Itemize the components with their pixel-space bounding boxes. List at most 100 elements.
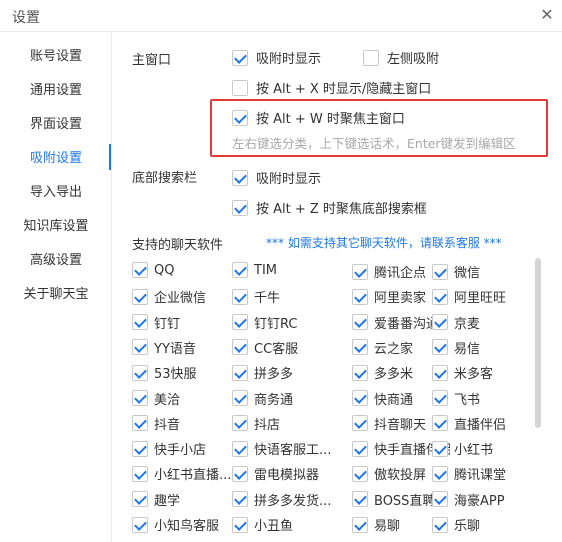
checkbox-checked-icon xyxy=(232,364,248,381)
software-label: 飞书 xyxy=(454,392,481,408)
settings-sidebar: 账号设置 通用设置 界面设置 吸附设置 导入导出 知识库设置 高级设置 关于聊天… xyxy=(0,32,112,542)
software-label: 企业微信 xyxy=(154,291,207,307)
checkbox-checked-icon xyxy=(432,440,448,457)
checkbox-checked-icon xyxy=(132,339,148,356)
software-checkbox[interactable]: 快语客服工... xyxy=(232,439,350,458)
software-checkbox[interactable]: 直播伴侣 xyxy=(432,414,528,433)
software-checkbox[interactable]: 米多客 xyxy=(432,363,528,382)
checkbox-checked-icon xyxy=(432,491,448,508)
title-bar: 设置 ✕ xyxy=(0,0,562,32)
checkbox-checked-icon xyxy=(132,516,148,533)
software-checkbox[interactable]: 53快服 xyxy=(132,363,230,382)
software-checkbox[interactable]: 钉钉RC xyxy=(232,313,350,332)
option-label: 左侧吸附 xyxy=(387,52,440,67)
sidebar-item-knowledge[interactable]: 知识库设置 xyxy=(0,210,112,244)
sidebar-item-about[interactable]: 关于聊天宝 xyxy=(0,278,112,312)
software-checkbox[interactable]: 飞书 xyxy=(432,389,528,408)
checkbox-checked-icon xyxy=(352,364,368,381)
software-label: 傲软投屏 xyxy=(374,468,427,484)
software-checkbox[interactable]: 钉钉 xyxy=(132,313,230,332)
alt-z-checkbox[interactable]: 按 Alt + Z 时聚焦底部搜索框 xyxy=(232,198,427,217)
main-window-label: 主窗口 xyxy=(132,53,172,68)
checkbox-checked-icon xyxy=(352,339,368,356)
software-checkbox[interactable]: TIM xyxy=(232,262,350,278)
software-checkbox[interactable]: 小红书直播... xyxy=(132,464,230,483)
software-label: 腾讯企点 xyxy=(374,266,427,281)
checkbox-checked-icon xyxy=(132,314,148,331)
checkbox-checked-icon xyxy=(232,440,248,457)
software-checkbox[interactable]: 拼多多 xyxy=(232,363,350,382)
software-checkbox[interactable]: 企业微信 xyxy=(132,287,230,306)
alt-x-checkbox[interactable]: 按 Alt + X 时显示/隐藏主窗口 xyxy=(232,78,431,97)
software-label: 快语客服工... xyxy=(254,443,332,459)
checkbox-checked-icon xyxy=(352,465,368,482)
software-checkbox[interactable]: CC客服 xyxy=(232,338,350,357)
checkbox-checked-icon xyxy=(232,339,248,356)
checkbox-unchecked-icon xyxy=(363,49,379,66)
sidebar-item-import-export[interactable]: 导入导出 xyxy=(0,176,112,210)
software-checkbox[interactable]: 小红书 xyxy=(432,439,528,458)
software-label: 米多客 xyxy=(454,367,494,383)
software-checkbox[interactable]: 抖店 xyxy=(232,414,350,433)
software-checkbox[interactable]: 腾讯课堂 xyxy=(432,464,528,483)
main-show-on-attach-checkbox[interactable]: 吸附时显示 xyxy=(232,48,321,67)
software-checkbox[interactable]: 易信 xyxy=(432,338,528,357)
scrollbar[interactable] xyxy=(535,258,541,428)
checkbox-checked-icon xyxy=(432,465,448,482)
checkbox-checked-icon xyxy=(432,339,448,356)
sidebar-item-general[interactable]: 通用设置 xyxy=(0,74,112,108)
software-checkbox[interactable]: 海豪APP xyxy=(432,490,528,509)
sidebar-divider xyxy=(111,32,112,542)
software-checkbox[interactable]: 趣学 xyxy=(132,490,230,509)
software-label: 快商通 xyxy=(374,392,414,408)
software-checkbox[interactable]: 乐聊 xyxy=(432,515,528,534)
checkbox-checked-icon xyxy=(232,288,248,305)
software-checkbox[interactable]: 快手小店 xyxy=(132,439,230,458)
software-checkbox[interactable]: QQ xyxy=(132,262,230,278)
software-label: 53快服 xyxy=(154,367,197,383)
software-checkbox[interactable]: 商务通 xyxy=(232,389,350,408)
software-label: 拼多多 xyxy=(254,367,294,383)
software-checkbox[interactable]: YY语音 xyxy=(132,338,230,357)
software-checkbox[interactable]: 雷电模拟器 xyxy=(232,464,350,483)
checkbox-checked-icon xyxy=(432,516,448,533)
window-title: 设置 xyxy=(12,10,40,26)
sidebar-item-attach[interactable]: 吸附设置 xyxy=(0,142,112,176)
software-label: TIM xyxy=(254,262,277,278)
software-label: 阿里旺旺 xyxy=(454,291,507,307)
sidebar-item-account[interactable]: 账号设置 xyxy=(0,40,112,74)
checkbox-checked-icon xyxy=(352,440,368,457)
software-checkbox[interactable]: 京麦 xyxy=(432,313,528,332)
software-checkbox[interactable]: 小丑鱼 xyxy=(232,515,350,534)
software-checkbox[interactable]: 抖音 xyxy=(132,414,230,433)
software-label: 腾讯课堂 xyxy=(454,468,507,484)
software-checkbox[interactable]: 美洽 xyxy=(132,389,230,408)
checkbox-unchecked-icon xyxy=(232,79,248,96)
close-icon[interactable]: ✕ xyxy=(536,4,558,26)
software-checkbox[interactable]: 千牛 xyxy=(232,287,350,306)
software-label: 小红书直播... xyxy=(154,468,230,484)
sidebar-item-advanced[interactable]: 高级设置 xyxy=(0,244,112,278)
left-attach-checkbox[interactable]: 左侧吸附 xyxy=(363,48,439,67)
software-checkbox[interactable]: 阿里旺旺 xyxy=(432,287,528,306)
software-label: 小红书 xyxy=(454,443,494,459)
checkbox-checked-icon xyxy=(132,390,148,406)
software-label: 小丑鱼 xyxy=(254,519,294,534)
checkbox-checked-icon xyxy=(132,440,148,457)
software-checkbox[interactable]: 小知鸟客服 xyxy=(132,515,230,534)
bottom-show-on-attach-checkbox[interactable]: 吸附时显示 xyxy=(232,168,321,187)
software-label: 阿里卖家 xyxy=(374,291,427,307)
software-label: 直播伴侣 xyxy=(454,417,507,433)
option-label: 吸附时显示 xyxy=(256,52,322,67)
software-checkbox[interactable]: 微信 xyxy=(432,262,528,281)
supported-software-label: 支持的聊天软件 xyxy=(132,238,224,253)
software-checkbox[interactable]: 拼多多发货... xyxy=(232,490,350,509)
software-label: 抖音 xyxy=(154,417,181,433)
sidebar-item-interface[interactable]: 界面设置 xyxy=(0,108,112,142)
software-label: 拼多多发货... xyxy=(254,493,332,509)
checkbox-checked-icon xyxy=(132,415,148,432)
checkbox-checked-icon xyxy=(352,516,368,533)
software-label: YY语音 xyxy=(154,341,196,357)
checkbox-checked-icon xyxy=(232,390,248,406)
software-label: CC客服 xyxy=(254,341,299,357)
